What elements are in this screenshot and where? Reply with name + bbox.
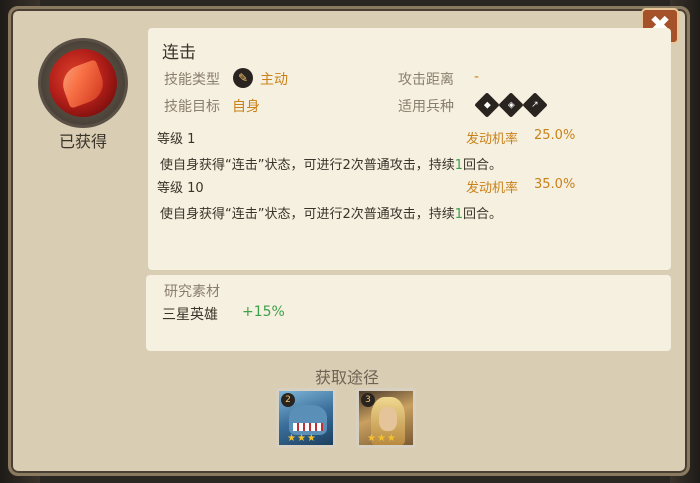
elf-hero-card[interactable]: 3 ★★★	[356, 388, 416, 448]
level-1-rate-value: 25.0%	[534, 128, 576, 143]
attack-range-value: -	[474, 69, 480, 85]
research-material-title: 研究素材	[164, 284, 220, 300]
level-1-desc-suffix: 回合。	[463, 158, 503, 173]
hero-star-badge: 3	[361, 393, 375, 407]
attack-range-label: 攻击距离	[398, 72, 454, 88]
hero-star-badge: 2	[281, 393, 295, 407]
skill-info-panel	[148, 28, 671, 270]
material-panel	[146, 275, 671, 351]
level-10-description: 使自身获得“连击”状态，可进行2次普通攻击，持续1回合。	[160, 203, 502, 222]
level-10-desc-suffix: 回合。	[463, 207, 503, 222]
material-bonus: +15%	[242, 304, 285, 320]
level-10-desc-turns: 1	[454, 207, 464, 222]
shark-teeth	[293, 423, 323, 431]
level-1-desc-text: 使自身获得“连击”状态，可进行2次普通攻击，持续	[160, 158, 455, 173]
hero-stars: ★★★	[367, 433, 397, 444]
skill-combo-icon	[49, 49, 117, 117]
material-name: 三星英雄	[162, 307, 218, 323]
acquisition-title: 获取途径	[314, 368, 379, 387]
active-skill-icon: ✎	[233, 68, 253, 88]
skill-type-value: 主动	[260, 72, 288, 88]
skill-target-value: 自身	[232, 99, 260, 115]
skill-icon-frame	[38, 38, 128, 128]
shark-hero-card[interactable]: 2 ★★★	[276, 388, 336, 448]
level-1-label: 等级 1	[157, 132, 196, 147]
skill-name: 连击	[162, 43, 196, 63]
level-1-description: 使自身获得“连击”状态，可进行2次普通攻击，持续1回合。	[160, 154, 502, 173]
level-10-rate-label: 发动机率	[466, 181, 519, 196]
acquired-status: 已获得	[58, 132, 107, 151]
level-10-desc-text: 使自身获得“连击”状态，可进行2次普通攻击，持续	[160, 207, 455, 222]
skill-target-label: 技能目标	[164, 99, 220, 115]
level-1-desc-turns: 1	[454, 158, 464, 173]
skill-type-label: 技能类型	[164, 72, 220, 88]
troop-type-label: 适用兵种	[398, 99, 454, 115]
level-1-rate-label: 发动机率	[466, 132, 519, 147]
elf-hero-face	[379, 407, 397, 431]
level-10-rate-value: 35.0%	[534, 177, 576, 192]
hero-stars: ★★★	[287, 433, 317, 444]
level-10-label: 等级 10	[157, 181, 204, 196]
